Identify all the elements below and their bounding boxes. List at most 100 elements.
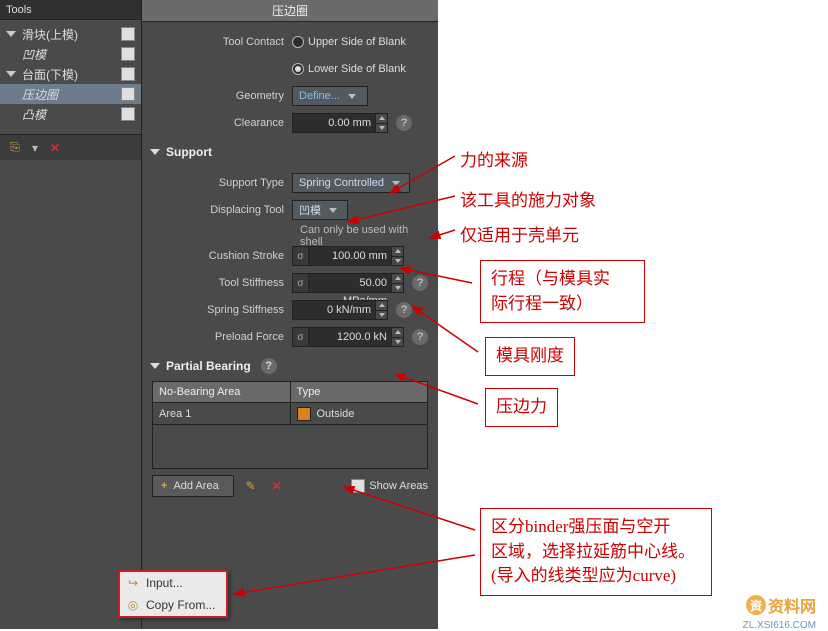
watermark-icon: 资 xyxy=(746,595,766,615)
menu-item-input[interactable]: ↪ Input... xyxy=(120,572,226,594)
visibility-toggle[interactable] xyxy=(121,27,135,41)
table-empty-area xyxy=(153,424,427,468)
tree-label: 凹模 xyxy=(22,46,46,63)
support-type-select[interactable]: Spring Controlled xyxy=(292,173,410,193)
table-footer: + Add Area ✎ ✕ Show Areas xyxy=(152,473,428,499)
annotation-tool-stiffness: 模具刚度 xyxy=(485,337,575,376)
help-icon[interactable]: ? xyxy=(396,302,412,318)
delete-area-icon[interactable]: ✕ xyxy=(268,477,286,495)
radio-upper-label: Upper Side of Blank xyxy=(308,36,406,48)
label-tool-stiffness: Tool Stiffness xyxy=(142,277,292,289)
displacing-tool-select[interactable]: 凹模 xyxy=(292,200,348,220)
displacing-tool-value: 凹模 xyxy=(299,202,321,218)
watermark: 资 资料网 xyxy=(746,593,816,617)
clearance-value[interactable]: 0.00 mm xyxy=(292,113,376,133)
tree-item-die-upper[interactable]: 凹模 xyxy=(0,44,141,64)
add-tool-icon[interactable]: ⎘ xyxy=(6,139,24,157)
show-areas-checkbox[interactable] xyxy=(351,479,365,493)
menu-item-input-label: Input... xyxy=(146,576,183,590)
annotation-binder-force: 压边力 xyxy=(485,388,558,427)
preload-force-input[interactable]: σ 1200.0 kN xyxy=(292,327,404,347)
spin-buttons[interactable] xyxy=(392,273,404,293)
cushion-stroke-input[interactable]: σ 100.00 mm xyxy=(292,246,404,266)
label-preload-force: Preload Force xyxy=(142,331,292,343)
tree-label: 凸模 xyxy=(22,106,46,123)
tree-item-platform[interactable]: 台面(下模) xyxy=(0,64,141,84)
show-areas-label: Show Areas xyxy=(369,480,428,492)
visibility-toggle[interactable] xyxy=(121,67,135,81)
watermark-text: 资料网 xyxy=(768,593,816,617)
spring-stiffness-input[interactable]: 0 kN/mm xyxy=(292,300,388,320)
tree-item-punch[interactable]: 凸模 xyxy=(0,104,141,124)
spin-buttons[interactable] xyxy=(392,246,404,266)
annotation-stroke: 行程（与模具实 际行程一致） xyxy=(480,260,645,323)
visibility-toggle[interactable] xyxy=(121,47,135,61)
tools-pane-title: Tools xyxy=(0,0,141,20)
clearance-input[interactable]: 0.00 mm xyxy=(292,113,388,133)
caret-down-icon xyxy=(329,208,337,213)
tree-item-slider[interactable]: 滑块(上模) xyxy=(0,24,141,44)
help-icon[interactable]: ? xyxy=(396,115,412,131)
collapse-icon xyxy=(150,149,160,155)
geometry-value: Define... xyxy=(299,90,340,102)
area-color-icon xyxy=(297,407,311,421)
sigma-icon[interactable]: σ xyxy=(292,246,308,266)
radio-lower-label: Lower Side of Blank xyxy=(308,63,406,75)
expand-icon[interactable] xyxy=(6,71,16,77)
add-area-button[interactable]: + Add Area xyxy=(152,475,234,497)
tool-stiffness-input[interactable]: σ 50.00 MPa/mm xyxy=(292,273,404,293)
properties-pane: 压边圈 Tool Contact Upper Side of Blank Low… xyxy=(142,0,438,629)
tree-label: 滑块(上模) xyxy=(22,26,78,43)
help-icon[interactable]: ? xyxy=(412,275,428,291)
plus-icon: + xyxy=(161,480,167,492)
collapse-icon xyxy=(150,363,160,369)
spring-stiffness-value[interactable]: 0 kN/mm xyxy=(292,300,376,320)
preload-force-value[interactable]: 1200.0 kN xyxy=(308,327,392,347)
partial-bearing-header-text: Partial Bearing xyxy=(166,359,251,373)
label-spring-stiffness: Spring Stiffness xyxy=(142,304,292,316)
menu-item-copy-from[interactable]: ◎ Copy From... xyxy=(120,594,226,616)
sigma-icon[interactable]: σ xyxy=(292,327,308,347)
label-support-type: Support Type xyxy=(142,177,292,189)
radio-lower-side[interactable] xyxy=(292,63,304,75)
cell-area-type[interactable]: Outside xyxy=(291,403,428,424)
help-icon[interactable]: ? xyxy=(412,329,428,345)
edit-area-icon[interactable]: ✎ xyxy=(242,477,260,495)
tool-stiffness-value[interactable]: 50.00 MPa/mm xyxy=(308,273,392,293)
visibility-toggle[interactable] xyxy=(121,87,135,101)
support-header-text: Support xyxy=(166,145,212,159)
properties-title: 压边圈 xyxy=(142,0,438,22)
delete-tool-icon[interactable]: ✕ xyxy=(46,139,64,157)
spin-buttons[interactable] xyxy=(392,327,404,347)
context-menu: ↪ Input... ◎ Copy From... xyxy=(118,570,228,618)
col-no-bearing-area: No-Bearing Area xyxy=(153,382,291,402)
annotation-shell-only: 仅适用于壳单元 xyxy=(460,221,579,246)
tool-tree: 滑块(上模) 凹模 台面(下模) 压边圈 凸模 xyxy=(0,20,141,128)
support-section-header[interactable]: Support xyxy=(142,141,438,163)
tree-item-binder[interactable]: 压边圈 xyxy=(0,84,141,104)
toolbar-caret-icon[interactable]: ▾ xyxy=(32,141,38,155)
visibility-toggle[interactable] xyxy=(121,107,135,121)
partial-bearing-header[interactable]: Partial Bearing ? xyxy=(142,355,438,377)
tools-pane: Tools 滑块(上模) 凹模 台面(下模) 压边圈 xyxy=(0,0,142,629)
spin-buttons[interactable] xyxy=(376,300,388,320)
expand-icon[interactable] xyxy=(6,31,16,37)
tree-label: 压边圈 xyxy=(22,86,58,103)
radio-upper-side[interactable] xyxy=(292,36,304,48)
help-icon[interactable]: ? xyxy=(261,358,277,374)
app-window: Tools 滑块(上模) 凹模 台面(下模) 压边圈 xyxy=(0,0,438,629)
watermark-url: ZL.XSI616.COM xyxy=(743,620,816,631)
label-geometry: Geometry xyxy=(142,90,292,102)
cell-area-name: Area 1 xyxy=(153,403,291,424)
sigma-icon[interactable]: σ xyxy=(292,273,308,293)
spin-buttons[interactable] xyxy=(376,113,388,133)
label-displacing-tool: Displacing Tool xyxy=(142,204,292,216)
annotation-force-target: 该工具的施力对象 xyxy=(460,186,596,211)
support-type-value: Spring Controlled xyxy=(299,177,384,189)
geometry-select[interactable]: Define... xyxy=(292,86,368,106)
table-row[interactable]: Area 1 Outside xyxy=(153,402,427,424)
label-tool-contact: Tool Contact xyxy=(142,36,292,48)
tree-toolbar: ⎘ ▾ ✕ xyxy=(0,134,141,160)
cushion-stroke-value[interactable]: 100.00 mm xyxy=(308,246,392,266)
shell-note: Can only be used with shell xyxy=(142,224,428,242)
